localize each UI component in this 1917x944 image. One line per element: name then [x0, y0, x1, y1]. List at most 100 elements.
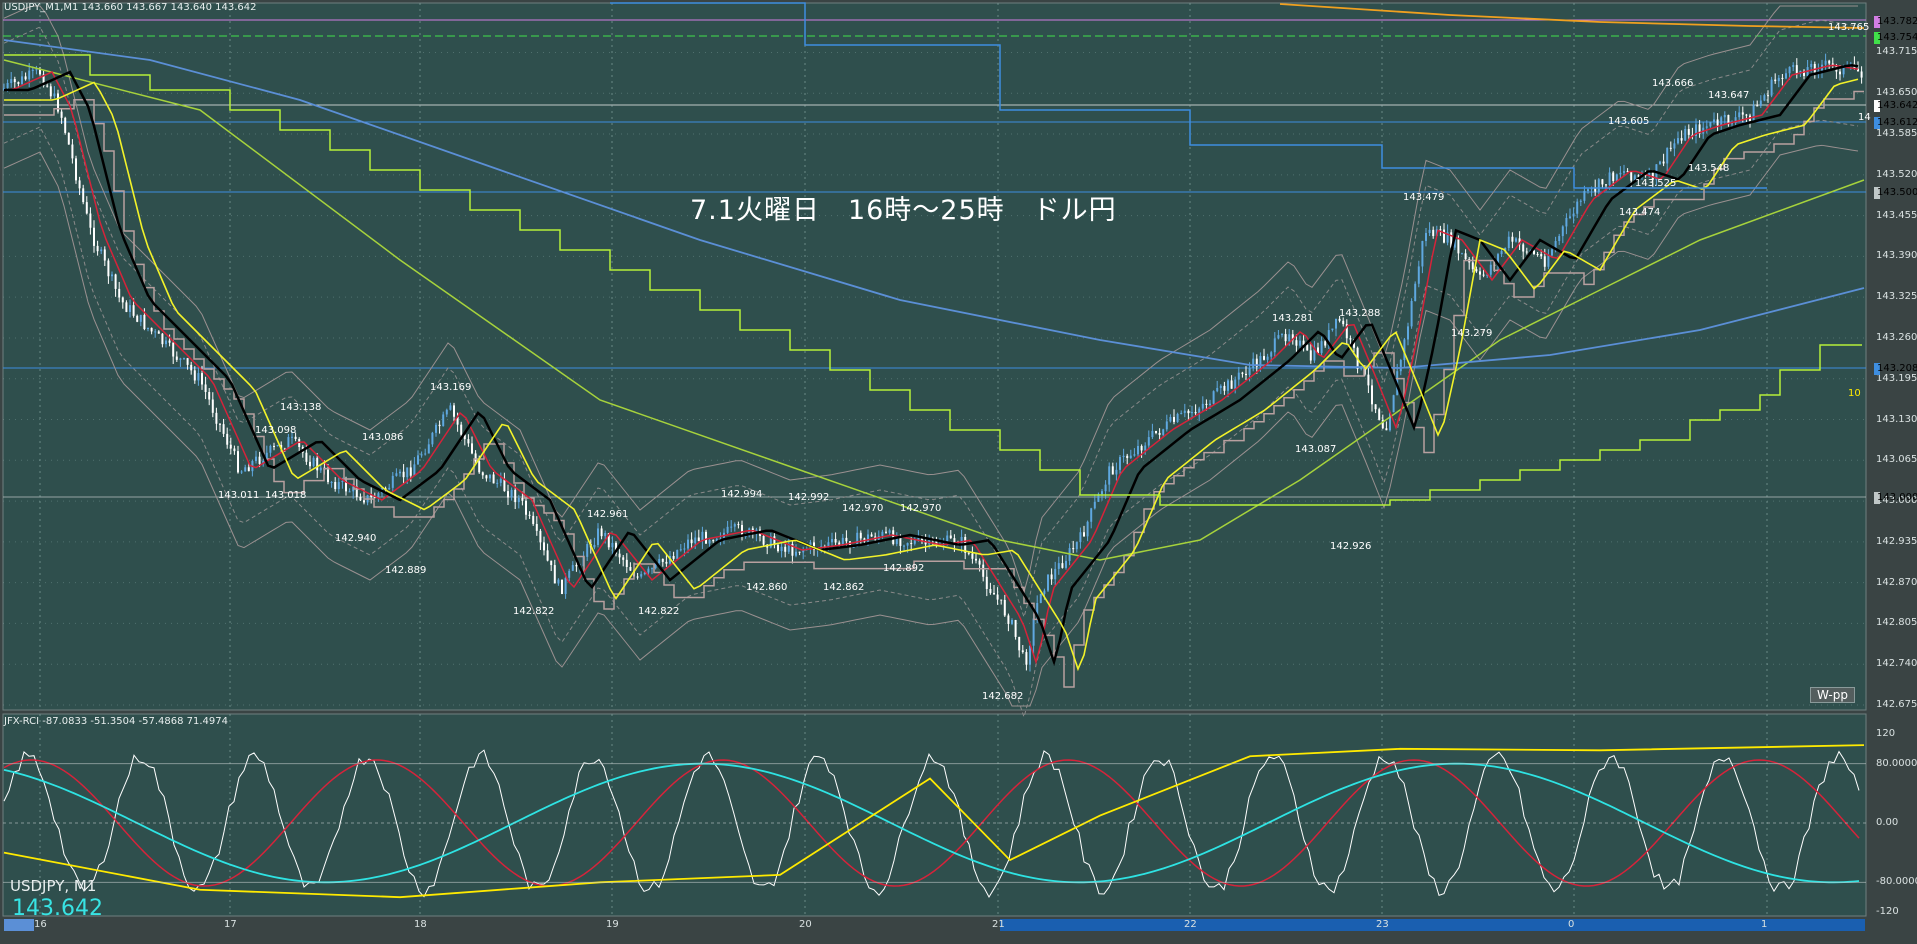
- candle-body: [1601, 179, 1604, 185]
- candle-body: [6, 82, 9, 89]
- candle-body: [1194, 412, 1197, 414]
- candle-body: [1180, 412, 1183, 414]
- candle-body: [1713, 119, 1715, 122]
- candle-body: [546, 550, 549, 561]
- candle-body: [136, 315, 139, 322]
- candle-body: [672, 556, 675, 559]
- candle-body: [197, 373, 200, 381]
- candle-body: [1558, 236, 1561, 241]
- candle-body: [219, 423, 221, 425]
- candle-body: [1763, 95, 1766, 101]
- candle-body: [67, 132, 70, 145]
- candle-body: [222, 424, 225, 434]
- candle-body: [1781, 77, 1784, 79]
- candle-body: [737, 524, 740, 526]
- candle-body: [215, 412, 218, 424]
- candle-body: [1129, 455, 1132, 459]
- indicator-axis-label: -80.0000: [1876, 876, 1917, 888]
- candle-body: [481, 472, 484, 476]
- candle-body: [1569, 216, 1571, 218]
- candle-body: [733, 524, 736, 527]
- price-annotation: 143.279: [1451, 328, 1493, 339]
- candle-body: [1464, 253, 1467, 260]
- candle-body: [276, 445, 279, 447]
- candle-body: [1752, 105, 1755, 122]
- candle-body: [233, 448, 236, 452]
- candle-body: [1522, 244, 1525, 252]
- candle-body: [697, 537, 700, 542]
- price-annotation: 143.525: [1635, 178, 1677, 189]
- price-annotation: 142.860: [746, 582, 788, 593]
- candle-body: [64, 117, 67, 133]
- candle-body: [337, 482, 340, 490]
- chart-canvas[interactable]: [0, 0, 1917, 940]
- countdown-label: 10: [1848, 388, 1861, 399]
- candle-body: [427, 444, 430, 454]
- candle-body: [395, 473, 398, 476]
- candle-body: [611, 542, 614, 548]
- candle-body: [1385, 428, 1388, 431]
- candle-body: [1673, 143, 1676, 149]
- candle-body: [1133, 454, 1136, 456]
- candle-body: [795, 551, 797, 556]
- candle-body: [1795, 65, 1798, 74]
- candle-body: [1756, 105, 1759, 107]
- candle-body: [586, 544, 589, 557]
- candle-body: [1021, 650, 1024, 653]
- candle-body: [1086, 521, 1089, 537]
- price-annotation: 142.970: [900, 503, 942, 514]
- candle-body: [1623, 171, 1625, 173]
- candle-body: [1295, 340, 1298, 346]
- candle-body: [1309, 350, 1312, 361]
- candle-body: [1738, 112, 1741, 118]
- candle-body: [647, 568, 650, 573]
- time-axis-label: 22: [1184, 919, 1197, 930]
- candle-body: [1151, 430, 1154, 438]
- price-annotation: 143.011: [218, 490, 260, 501]
- price-annotation: 142.961: [587, 509, 629, 520]
- candle-body: [305, 452, 308, 462]
- candle-body: [1371, 385, 1373, 405]
- candle-body: [406, 467, 409, 478]
- candle-body: [679, 549, 682, 551]
- candle-body: [399, 471, 401, 474]
- price-annotation: 143.281: [1272, 313, 1314, 324]
- candle-body: [1284, 334, 1287, 342]
- candle-body: [316, 457, 319, 471]
- candle-body: [676, 550, 679, 559]
- candle-body: [726, 526, 729, 533]
- candle-body: [409, 467, 412, 476]
- candle-body: [208, 392, 211, 400]
- price-annotation: 143.479: [1403, 192, 1445, 203]
- candle-body: [449, 405, 452, 410]
- candle-body: [593, 544, 596, 548]
- candle-body: [1666, 147, 1669, 164]
- candle-body: [1479, 271, 1481, 275]
- candle-body: [35, 69, 38, 71]
- candle-body: [1061, 563, 1064, 568]
- price-annotation: 143.765: [1828, 22, 1870, 33]
- wpp-label[interactable]: W-pp: [1810, 687, 1855, 703]
- candle-body: [489, 474, 491, 479]
- candle-body: [989, 588, 992, 593]
- candle-body: [1043, 590, 1046, 594]
- candle-body: [1500, 251, 1503, 255]
- price-axis-small-label: 14: [1858, 112, 1871, 123]
- candle-body: [1716, 119, 1719, 126]
- candle-body: [870, 534, 873, 537]
- candle-body: [1054, 568, 1057, 580]
- candle-body: [1630, 171, 1633, 181]
- price-annotation: 142.682: [982, 691, 1024, 702]
- candle-body: [1428, 229, 1431, 234]
- candle-body: [780, 546, 783, 552]
- candle-body: [1421, 240, 1424, 267]
- candle-body: [269, 445, 272, 453]
- candle-body: [622, 557, 625, 560]
- chart-window[interactable]: USDJPY_M1,M1 143.660 143.667 143.640 143…: [0, 0, 1917, 940]
- candle-body: [107, 260, 110, 277]
- candle-body: [1792, 65, 1795, 67]
- candle-body: [575, 565, 578, 567]
- candle-body: [1335, 318, 1337, 329]
- time-axis-label: 20: [799, 919, 812, 930]
- candle-body: [1507, 236, 1510, 249]
